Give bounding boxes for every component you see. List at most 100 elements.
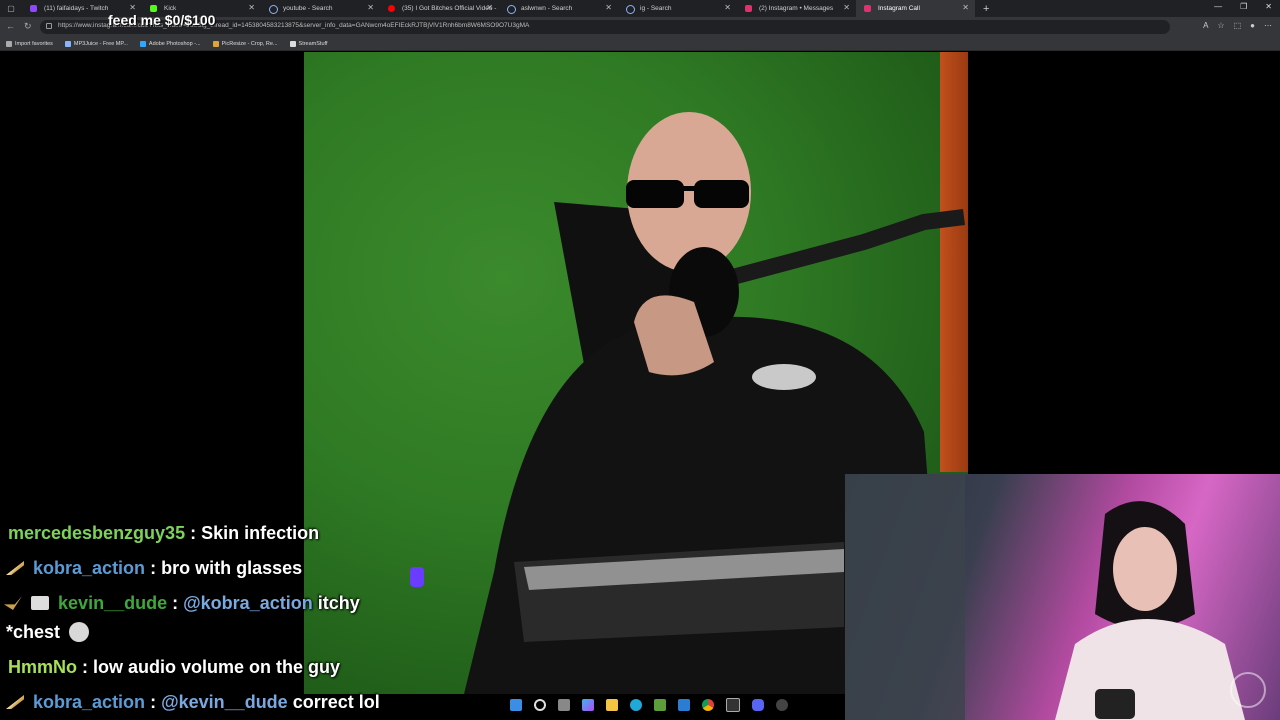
close-window-icon[interactable]: ✕ xyxy=(1265,2,1272,11)
chat-message: *chest xyxy=(6,622,90,643)
obs-icon[interactable] xyxy=(776,699,788,711)
chat-text: bro with glasses xyxy=(161,558,303,578)
picresize-icon xyxy=(212,40,219,47)
badge-icon xyxy=(31,596,50,610)
mail-icon[interactable] xyxy=(678,699,690,711)
chat-username: kobra_action xyxy=(33,558,146,578)
file-explorer-icon[interactable] xyxy=(606,699,618,711)
search-icon xyxy=(626,5,635,14)
chat-text: *chest xyxy=(6,622,61,642)
chat-message: kobra_action : bro with glasses xyxy=(6,558,302,579)
close-icon[interactable]: ✕ xyxy=(843,3,850,12)
search-icon[interactable] xyxy=(534,699,546,711)
refresh-icon[interactable]: ↻ xyxy=(24,21,32,32)
folder-icon xyxy=(6,40,12,47)
new-tab-button[interactable]: + xyxy=(983,3,989,15)
youtube-icon xyxy=(388,5,395,12)
tab-youtube-search[interactable]: youtube - Search ✕ xyxy=(261,0,380,17)
instagram-icon xyxy=(745,5,752,12)
close-icon[interactable]: ✕ xyxy=(962,3,969,12)
mp3juice-icon xyxy=(64,40,71,47)
instagram-icon xyxy=(864,5,871,12)
tab-actions-icon[interactable]: ▢ xyxy=(0,0,22,17)
discord-icon[interactable] xyxy=(752,699,764,711)
bookmark-picresize[interactable]: PicResize - Crop, Re... xyxy=(212,40,278,47)
tab-ig-search[interactable]: ig - Search ✕ xyxy=(618,0,737,17)
chat-mention: @kevin__dude xyxy=(161,692,288,712)
chat-separator: : xyxy=(172,593,179,613)
tab-label: (2) Instagram • Messages xyxy=(759,5,834,12)
tab-instagram-call[interactable]: Instagram Call ✕ xyxy=(856,0,975,17)
badge-icon xyxy=(6,695,24,709)
bookmark-import-favorites[interactable]: Import favorites xyxy=(6,40,53,47)
chat-text: low audio volume on the guy xyxy=(93,657,341,677)
menu-icon[interactable]: ⋯ xyxy=(1264,21,1272,30)
extensions-icon[interactable]: ⬚ xyxy=(1234,21,1242,30)
close-icon[interactable]: ✕ xyxy=(248,3,255,12)
twitch-icon xyxy=(30,5,37,12)
chat-text: correct lol xyxy=(292,692,380,712)
donation-goal: feed me $0/$100 xyxy=(108,12,216,28)
profile-icon[interactable]: ● xyxy=(1250,21,1255,30)
windows-start-icon[interactable] xyxy=(510,699,522,711)
close-icon[interactable]: ✕ xyxy=(129,3,136,12)
restore-icon[interactable]: ❐ xyxy=(1240,2,1247,11)
close-icon[interactable]: ✕ xyxy=(486,3,493,12)
chat-username: kobra_action xyxy=(33,692,146,712)
chat-separator: : xyxy=(150,692,157,712)
streamer-webcam xyxy=(845,474,1280,720)
chrome-icon[interactable] xyxy=(702,699,714,711)
tab-label: Instagram Call xyxy=(878,5,920,12)
tab-label: (35) I Got Bitches Official Video - xyxy=(402,5,497,12)
chat-text: Skin infection xyxy=(201,523,320,543)
edge-icon[interactable] xyxy=(630,699,642,711)
folder-icon xyxy=(289,40,296,47)
close-icon[interactable]: ✕ xyxy=(605,3,612,12)
bookmark-streamstuff[interactable]: StreamStuff xyxy=(289,40,327,47)
search-icon xyxy=(507,5,516,14)
chat-text: itchy xyxy=(317,593,360,613)
favorite-star-icon[interactable]: ☆ xyxy=(1217,21,1224,30)
tab-youtube-video[interactable]: (35) I Got Bitches Official Video - ✕ xyxy=(380,0,499,17)
chat-username: HmmNo xyxy=(8,657,78,677)
copilot-icon[interactable] xyxy=(582,699,594,711)
chat-separator: : xyxy=(150,558,157,578)
tab-label: Kick xyxy=(164,5,177,12)
tab-label: aslwnwn - Search xyxy=(521,5,573,12)
chat-username: mercedesbenzguy35 xyxy=(8,523,186,543)
notion-icon[interactable] xyxy=(726,698,740,712)
window-controls: — ❐ ✕ xyxy=(1214,2,1272,11)
tab-label: ig - Search xyxy=(640,5,672,12)
chat-separator: : xyxy=(190,523,197,543)
task-view-icon[interactable] xyxy=(558,699,570,711)
back-icon[interactable]: ← xyxy=(6,21,15,31)
tab-instagram-messages[interactable]: (2) Instagram • Messages ✕ xyxy=(737,0,856,17)
streamer-figure xyxy=(845,474,1245,720)
bookmark-photoshop[interactable]: Adobe Photoshop -... xyxy=(139,40,201,47)
chat-username: kevin__dude xyxy=(58,593,168,613)
read-aloud-icon[interactable]: A xyxy=(1203,21,1208,30)
app-icon[interactable] xyxy=(654,699,666,711)
black-panel xyxy=(968,52,1280,474)
kick-icon xyxy=(150,5,157,12)
streamer-logo-icon xyxy=(1230,672,1266,708)
chat-mention: @kobra_action xyxy=(183,593,313,613)
close-icon[interactable]: ✕ xyxy=(367,3,374,12)
emote-icon xyxy=(69,622,90,642)
badge-icon xyxy=(6,561,24,575)
taskbar xyxy=(510,698,788,712)
chat-message: kevin__dude : @kobra_action itchy xyxy=(4,593,360,614)
toolbar-icons: A ☆ ⬚ ● ⋯ xyxy=(1203,21,1272,30)
lock-icon[interactable] xyxy=(46,23,52,29)
photoshop-icon xyxy=(139,40,146,47)
search-icon xyxy=(269,5,278,14)
chat-message: HmmNo : low audio volume on the guy xyxy=(8,657,340,678)
bookmark-mp3juice[interactable]: MP3Juice - Free MP... xyxy=(64,40,128,47)
chat-message: mercedesbenzguy35 : Skin infection xyxy=(8,523,319,544)
minimize-icon[interactable]: — xyxy=(1214,2,1222,11)
tab-label: (11) faifaidays - Twitch xyxy=(44,5,109,12)
chat-message: kobra_action : @kevin__dude correct lol xyxy=(6,692,380,713)
bookmarks-bar: Import favorites MP3Juice - Free MP... A… xyxy=(0,37,1280,51)
close-icon[interactable]: ✕ xyxy=(724,3,731,12)
tab-aslwnwn-search[interactable]: aslwnwn - Search ✕ xyxy=(499,0,618,17)
